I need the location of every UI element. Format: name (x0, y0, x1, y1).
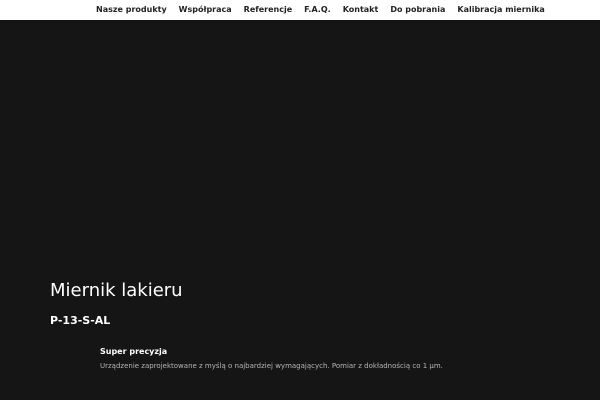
hero-banner (0, 20, 600, 400)
nav-item-do-pobrania[interactable]: Do pobrania (384, 0, 451, 20)
nav-item-faq[interactable]: F.A.Q. (298, 0, 337, 20)
feature-description: Urządzenie zaprojektowane z myślą o najb… (100, 362, 443, 370)
nav-menu: Nasze produkty Współpraca Referencje F.A… (90, 0, 551, 20)
nav-item-kalibracja-miernika[interactable]: Kalibracja miernika (451, 0, 550, 20)
feature-title: Super precyzja (100, 347, 168, 356)
page: Nasze produkty Współpraca Referencje F.A… (0, 0, 600, 400)
hero-subtitle: P-13-S-AL (50, 314, 111, 327)
nav-item-referencje[interactable]: Referencje (238, 0, 298, 20)
top-navigation-bar: Nasze produkty Współpraca Referencje F.A… (0, 0, 600, 20)
nav-item-kontakt[interactable]: Kontakt (337, 0, 385, 20)
nav-item-nasze-produkty[interactable]: Nasze produkty (90, 0, 173, 20)
hero-title: Miernik lakieru (50, 280, 183, 301)
nav-item-wspolpraca[interactable]: Współpraca (173, 0, 238, 20)
